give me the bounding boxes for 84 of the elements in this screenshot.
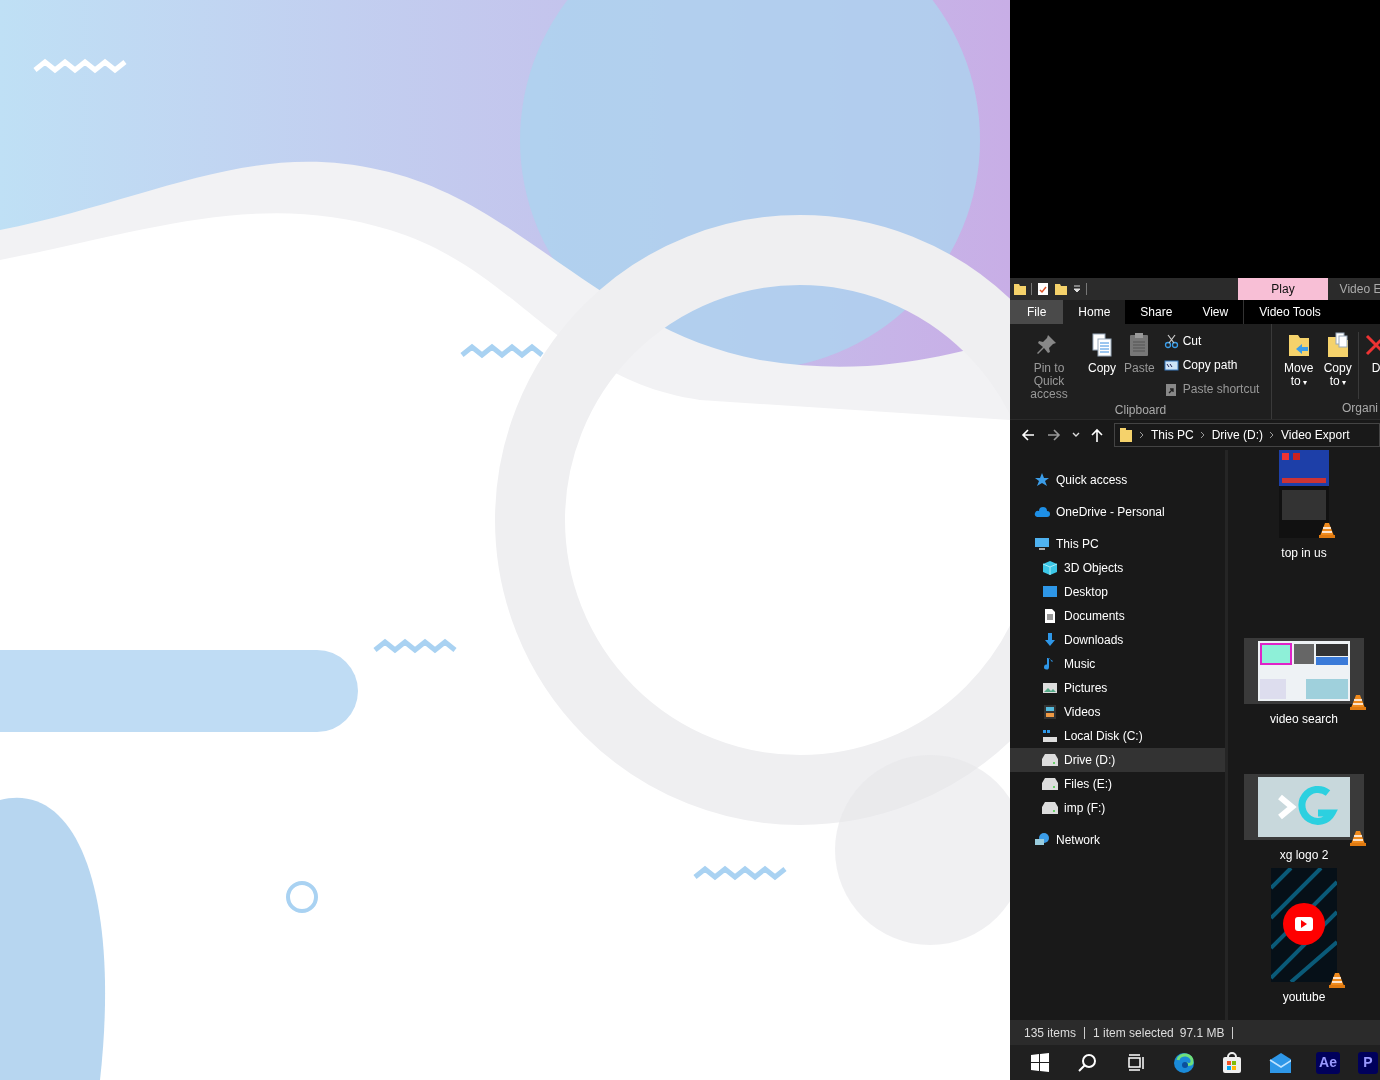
nav-item[interactable]: OneDrive - Personal [1010,500,1225,524]
nav-item[interactable]: This PC [1010,532,1225,556]
drive-icon [1042,800,1058,816]
item-count: 135 items [1024,1024,1077,1042]
ribbon-tab[interactable]: Share [1125,300,1188,324]
path-icon [1163,357,1179,373]
nav-item[interactable]: Music [1010,652,1225,676]
pictures-icon [1042,680,1058,696]
ribbon-button[interactable]: Copy to ▾ [1319,332,1356,399]
breadcrumb[interactable]: Drive (D:) [1211,426,1263,444]
chevron-right-icon [1269,431,1275,439]
chevron-right-icon [1199,431,1206,439]
nav-item[interactable]: Pictures [1010,676,1225,700]
task-view-icon[interactable] [1125,1051,1147,1074]
envelope-icon[interactable] [1269,1051,1291,1074]
app-icon[interactable]: Ae [1316,1051,1340,1074]
nav-item[interactable]: Documents [1010,604,1225,628]
nav-item[interactable]: Desktop [1010,580,1225,604]
traffic-cone-icon [1319,521,1335,538]
file-size: 97.1 MB [1179,1024,1225,1042]
cloud-icon [1034,504,1050,520]
monitor-icon [1034,536,1050,552]
nav-item[interactable]: imp (F:) [1010,796,1225,820]
traffic-cone-icon [1350,829,1366,846]
nav-item[interactable]: Network [1010,828,1225,852]
file-name[interactable]: youtube [1282,988,1326,1006]
address-bar[interactable]: This PC Drive (D:) Video Export [1114,423,1380,447]
nav-item[interactable]: 3D Objects [1010,556,1225,580]
edge-icon[interactable] [1173,1051,1195,1074]
folder-icon[interactable] [1013,282,1027,296]
breadcrumb[interactable]: Video Export [1281,426,1350,444]
ribbon-button[interactable]: Move to ▾ [1280,332,1318,399]
search-icon[interactable] [1077,1051,1099,1074]
chevron-right-icon [1139,431,1145,439]
nav-item[interactable]: Local Disk (C:) [1010,724,1225,748]
nav-item[interactable]: Downloads [1010,628,1225,652]
desktop-icon [1042,584,1058,600]
ribbon-button[interactable]: Cut [1163,332,1260,350]
folder-icon[interactable] [1054,282,1068,296]
ribbon-tab[interactable]: Home [1063,300,1126,324]
nav-item[interactable]: Drive (D:) [1010,748,1225,772]
ribbon-button[interactable]: Copy path [1163,356,1260,374]
folder-icon [1119,427,1133,443]
file-name[interactable]: top in us [1281,544,1327,562]
windows-icon[interactable] [1029,1051,1051,1074]
disk-icon [1042,728,1058,744]
drive-icon [1042,776,1058,792]
document-icon [1042,608,1058,624]
file-name[interactable]: xg logo 2 [1279,846,1329,864]
ribbon-button[interactable]: Copy [1085,332,1119,401]
breadcrumb[interactable]: This PC [1151,426,1194,444]
forward-icon[interactable] [1046,427,1062,443]
file-name[interactable]: video search [1269,710,1338,728]
ribbon-tab[interactable]: View [1187,300,1244,324]
film-icon [1042,704,1058,720]
cube-icon [1042,560,1058,576]
traffic-cone-icon [1350,693,1366,710]
group-label: Clipboard [1113,402,1168,419]
caret-icon: ▾ [1341,378,1346,387]
chevron-down-icon[interactable] [1072,431,1080,439]
checklist-icon[interactable] [1036,282,1050,296]
scissors-icon [1163,333,1179,349]
ribbon-button[interactable]: D [1358,332,1380,399]
context-tab-header[interactable]: Play [1238,278,1328,300]
dropdown-icon[interactable] [1072,284,1082,294]
store-icon[interactable] [1221,1051,1243,1074]
download-icon [1042,632,1058,648]
documents-icon [1089,332,1115,358]
shortcut-icon [1163,381,1179,397]
selection-info: 1 item selected [1093,1024,1174,1042]
drive-icon [1042,752,1058,768]
nav-item[interactable]: Files (E:) [1010,772,1225,796]
back-icon[interactable] [1020,427,1036,443]
context-tab-header[interactable]: Video E [1328,278,1380,300]
file-tab[interactable]: File [1010,300,1064,324]
app-icon[interactable]: P [1358,1051,1378,1074]
traffic-cone-icon [1329,971,1345,988]
group-label: Organi [1341,400,1380,417]
network-icon [1034,832,1050,848]
nav-item[interactable]: Videos [1010,700,1225,724]
caret-icon: ▾ [1302,378,1307,387]
up-icon[interactable] [1090,427,1104,443]
star-icon [1034,472,1050,488]
nav-item[interactable]: Quick access [1010,468,1225,492]
